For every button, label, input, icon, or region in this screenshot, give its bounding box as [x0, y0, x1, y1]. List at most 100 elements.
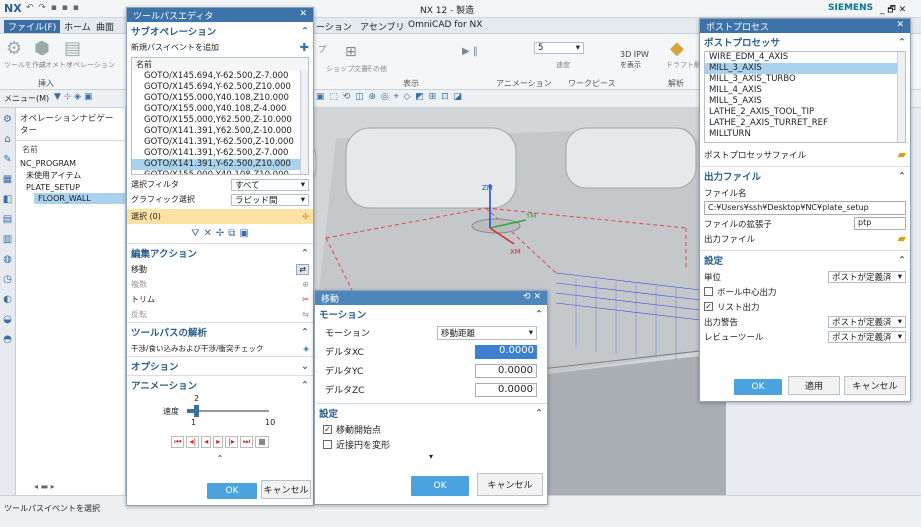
unit-select[interactable]: ポストが定義済 ▾	[828, 270, 906, 283]
nav-icon[interactable]: ⌂	[4, 134, 10, 145]
create-tool-icon[interactable]: ⚙	[6, 38, 22, 59]
paste-icon[interactable]: ▣	[239, 228, 248, 239]
prev-icon[interactable]: ◂|	[186, 436, 200, 448]
options-header[interactable]: オプション ⌄	[127, 356, 313, 375]
back-icon[interactable]: ◂	[201, 436, 212, 448]
event-item[interactable]: GOTO/X141.391,Y62.500,Z-10.000	[132, 126, 308, 137]
filter-icon[interactable]: ▼ ⊹ ◈ ▣	[54, 92, 92, 102]
dz-input[interactable]: 0.0000	[475, 382, 537, 397]
machine-icon[interactable]: ▦	[3, 174, 12, 185]
web-icon[interactable]: ◍	[3, 254, 12, 265]
post-item[interactable]: WIRE_EDM_4_AXIS	[705, 52, 905, 63]
menu-surface[interactable]: 曲面	[96, 20, 114, 33]
speed-slider-thumb[interactable]	[194, 405, 200, 417]
animation-header[interactable]: アニメーション ⌃	[127, 375, 313, 394]
draft-analysis-icon[interactable]: ◆	[670, 38, 684, 59]
check-row[interactable]: 干渉/食い込みおよび干渉/衝突チェック ◈	[127, 341, 313, 356]
settings-icon[interactable]: ⚙	[3, 114, 12, 125]
menu-button[interactable]: メニュー(M)	[4, 93, 49, 104]
geometry-icon[interactable]: ⬢	[34, 38, 50, 59]
operation-icon[interactable]: ▤	[64, 38, 81, 59]
settings-section-header[interactable]: 設定 ⌃	[315, 403, 547, 422]
scroll-left-icon[interactable]: ◂ ▬ ▸	[34, 482, 55, 491]
menu-home[interactable]: ホーム	[64, 20, 91, 33]
edit-actions-header[interactable]: 編集アクション ⌃	[127, 243, 313, 262]
file-path-input[interactable]: C:¥Users¥ssh¥Desktop¥NC¥plate_setup	[704, 201, 906, 215]
motion-select[interactable]: 移動距離 ▾	[437, 325, 537, 340]
view-tools-icon[interactable]: ▣ ⬚ ⟲ ◫ ⊕ ◎ ⌖ ◇ ◩ ⊞ ⊡ ◪	[316, 92, 463, 102]
motion-section-header[interactable]: モーション ⌃	[315, 305, 547, 323]
trim-icon[interactable]: ✂	[302, 295, 309, 304]
post-item[interactable]: MILL_4_AXIS	[705, 85, 905, 96]
ipw-label[interactable]: 3D IPW	[620, 50, 649, 59]
tool-icon[interactable]: ✎	[3, 154, 11, 165]
window-controls[interactable]: _ 🗗 ✕	[880, 2, 906, 18]
folder-icon[interactable]: ▰	[898, 148, 906, 161]
event-list-scrollbar[interactable]	[300, 70, 308, 174]
post-apply-button[interactable]: 適用	[788, 376, 840, 395]
event-item[interactable]: GOTO/X155.000,Y40.108,Z-4.000	[132, 104, 308, 115]
history-icon[interactable]: ◷	[3, 274, 12, 285]
check-icon[interactable]: ◈	[303, 344, 309, 353]
dx-input[interactable]: 0.0000	[475, 344, 537, 359]
event-item[interactable]: GOTO/X145.694,Y-62.500,Z-7.000	[132, 71, 308, 82]
nav-item-floor-wall[interactable]: FLOOR_WALL	[34, 193, 125, 204]
sub-operation-header[interactable]: サブオペレーション ⌃	[127, 22, 313, 40]
warn-select[interactable]: ポストが定義済 ▾	[828, 315, 906, 328]
event-item[interactable]: GOTO/X145.694,Y-62.500,Z10.000	[132, 82, 308, 93]
toolpath-ok-button[interactable]: OK	[207, 483, 257, 499]
quick-access-icon[interactable]: ↶ ↷ ▪ ▪ ▪	[26, 3, 80, 13]
post-settings-header[interactable]: 設定 ⌃	[700, 250, 910, 269]
move-ok-button[interactable]: OK	[411, 476, 469, 496]
close-icon[interactable]: ✕	[299, 9, 307, 21]
first-icon[interactable]: ⏮	[171, 436, 185, 448]
dy-input[interactable]: 0.0000	[475, 363, 537, 378]
near-arc-row[interactable]: 近接円を変形	[315, 437, 547, 452]
analysis-header[interactable]: ツールパスの解析 ⌃	[127, 322, 313, 341]
speed-select[interactable]: 5 ▾	[534, 42, 584, 54]
post-item[interactable]: LATHE_2_AXIS_TURRET_REF	[705, 118, 905, 129]
shop-doc-icon[interactable]: ⊞	[345, 44, 357, 60]
palette-icon[interactable]: ◒	[3, 314, 12, 325]
menu-file[interactable]: ファイル(F)	[4, 20, 61, 33]
nav-item-program[interactable]: NC_PROGRAM	[16, 158, 125, 169]
event-item[interactable]: GOTO/X155.000,Y40.108,Z10.000	[132, 93, 308, 104]
ipw-show-label[interactable]: を表示	[620, 60, 641, 70]
play-icon[interactable]: ▶ ‖	[462, 46, 478, 57]
filter-tool-icon[interactable]: ⛛	[191, 228, 199, 239]
move-start-checkbox[interactable]: ✓	[323, 425, 332, 434]
post-item[interactable]: MILL_3_AXIS	[705, 63, 905, 74]
chart-icon[interactable]: ▥	[3, 234, 12, 245]
ext-input[interactable]: ptp	[854, 217, 906, 230]
next-icon[interactable]: |▸	[225, 436, 238, 448]
post-ok-button[interactable]: OK	[734, 379, 782, 395]
copy-icon[interactable]: ⧉	[228, 228, 235, 239]
post-item[interactable]: MILL_5_AXIS	[705, 96, 905, 107]
close-icon[interactable]: ✕	[896, 20, 904, 32]
menu-application[interactable]: ーション	[316, 20, 352, 33]
event-item[interactable]: GOTO/X141.391,Y-62.500,Z-7.000	[132, 148, 308, 159]
menu-omnicad[interactable]: OmniCAD for NX	[408, 20, 482, 30]
event-item[interactable]: GOTO/X141.391,Y-62.500,Z-10.000	[132, 137, 308, 148]
last-icon[interactable]: ⏭	[239, 436, 254, 448]
layer-icon[interactable]: ▤	[3, 214, 12, 225]
review-select[interactable]: ポストが定義済 ▾	[828, 330, 906, 343]
nav-item-setup[interactable]: PLATE_SETUP	[16, 182, 125, 193]
play-forward-icon[interactable]: ▸	[213, 436, 224, 448]
event-item[interactable]: GOTO/X141.391,Y-62.500,Z10.000	[132, 159, 308, 170]
move-cancel-button[interactable]: キャンセル	[477, 473, 543, 496]
post-item[interactable]: MILL_3_AXIS_TURBO	[705, 74, 905, 85]
move-icon[interactable]: ⇄	[296, 264, 309, 275]
ball-center-checkbox[interactable]	[704, 287, 713, 296]
event-item[interactable]: GOTO/X155.000,Y40.108,Z10.000	[132, 170, 308, 174]
filter-select[interactable]: すべて ▾	[231, 178, 309, 191]
expand-icon[interactable]: ⌃	[127, 454, 313, 463]
folder-icon[interactable]: ▰	[898, 232, 906, 245]
event-item[interactable]: GOTO/X155.000,Y62.500,Z-10.000	[132, 115, 308, 126]
list-output-row[interactable]: ✓ リスト出力	[700, 299, 910, 314]
trim-row[interactable]: トリム ✂	[127, 292, 313, 307]
geometry-tab-icon[interactable]: ◧	[3, 194, 12, 205]
speed-slider-track[interactable]	[187, 410, 269, 412]
nav-item-unused[interactable]: 未使用アイテム	[16, 169, 125, 182]
post-item[interactable]: LATHE_2_AXIS_TOOL_TIP	[705, 107, 905, 118]
